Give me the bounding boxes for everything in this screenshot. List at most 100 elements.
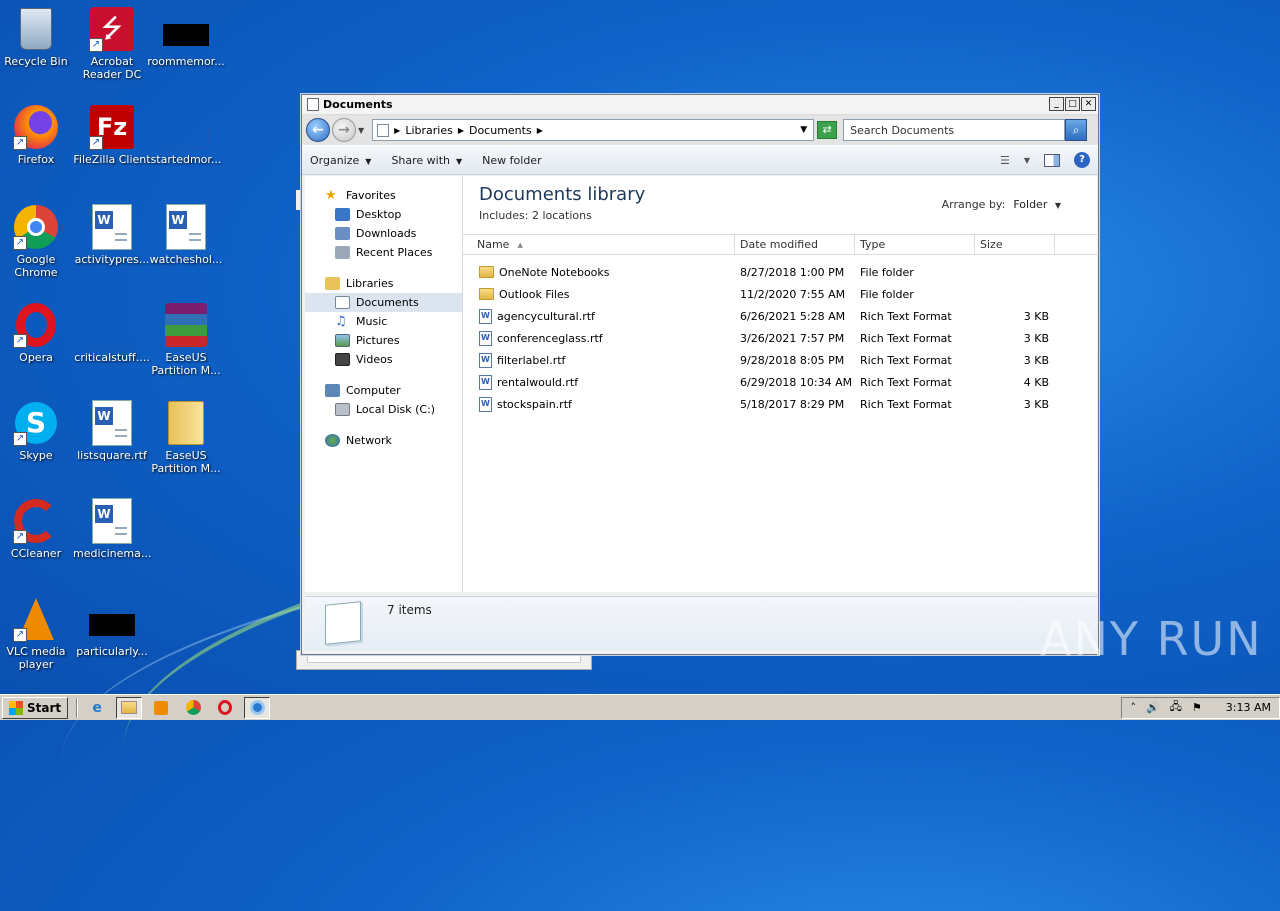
- nav-recent-places[interactable]: Recent Places: [305, 243, 462, 262]
- taskbar-opera-icon[interactable]: [212, 697, 238, 719]
- desktop-icon-activitypres[interactable]: activitypres...: [73, 204, 151, 266]
- preview-pane-icon[interactable]: [1044, 153, 1060, 167]
- file-date: 3/26/2021 7:57 PM: [740, 331, 845, 345]
- clock[interactable]: 3:13 AM: [1226, 701, 1271, 714]
- desktop-icon-roommemor[interactable]: roommemor...: [147, 6, 225, 68]
- help-icon[interactable]: ?: [1074, 152, 1090, 168]
- nav-libraries[interactable]: Libraries: [305, 274, 462, 293]
- vlc-icon: ↗: [13, 596, 59, 642]
- nav-downloads[interactable]: Downloads: [305, 224, 462, 243]
- search-input[interactable]: Search Documents: [843, 119, 1066, 141]
- file-row[interactable]: OneNote Notebooks 8/27/2018 1:00 PM File f…: [463, 261, 1097, 283]
- desktop-icon-recycle-bin[interactable]: Recycle Bin: [0, 6, 75, 68]
- desktop-icon-easeus-1[interactable]: EaseUS Partition M...: [147, 302, 225, 377]
- action-center-flag-icon[interactable]: ⚑: [1192, 701, 1202, 714]
- column-size[interactable]: Size: [975, 235, 1055, 254]
- details-pane: 7 items: [305, 596, 1097, 651]
- title-bar[interactable]: Documents _ □ ✕: [302, 95, 1098, 115]
- column-type[interactable]: Type: [855, 235, 975, 254]
- column-headers: Name ▲ Date modified Type Size: [463, 234, 1097, 255]
- desktop-icon-particularly[interactable]: particularly...: [73, 596, 151, 658]
- close-button[interactable]: ✕: [1081, 97, 1096, 111]
- new-folder-button[interactable]: New folder: [482, 154, 541, 167]
- desktop-icon-ccleaner[interactable]: ↗ CCleaner: [0, 498, 75, 560]
- file-date: 5/18/2017 8:29 PM: [740, 397, 845, 411]
- taskbar-app-icon[interactable]: [244, 696, 271, 719]
- file-row[interactable]: agencycultural.rtf 6/26/2021 5:28 AM Rich …: [463, 305, 1097, 327]
- nav-videos[interactable]: Videos: [305, 350, 462, 369]
- navigation-pane: ★ Favorites Desktop Downloads Recent Plac…: [305, 176, 463, 592]
- taskbar-explorer-icon[interactable]: [116, 696, 143, 719]
- file-row[interactable]: filterlabel.rtf 9/28/2018 8:05 PM Rich Tex…: [463, 349, 1097, 371]
- nav-computer[interactable]: Computer: [305, 381, 462, 400]
- library-header: Documents library Includes: 2 locations …: [463, 176, 1097, 234]
- view-dropdown-icon[interactable]: ▼: [1024, 156, 1030, 165]
- breadcrumb-libraries[interactable]: Libraries: [405, 124, 453, 137]
- address-dropdown-icon[interactable]: ▼: [800, 125, 807, 135]
- taskbar-chrome-icon[interactable]: [180, 697, 206, 719]
- arrange-dropdown-icon[interactable]: ▼: [1055, 201, 1061, 210]
- desktop-icon-criticalstuff[interactable]: criticalstuff....: [73, 302, 151, 364]
- file-name-cell[interactable]: Outlook Files: [463, 288, 735, 301]
- organize-button[interactable]: Organize ▼: [310, 154, 371, 167]
- file-name-cell[interactable]: agencycultural.rtf: [463, 308, 735, 324]
- file-name-cell[interactable]: rentalwould.rtf: [463, 374, 735, 390]
- desktop-icon-opera[interactable]: ↗ Opera: [0, 302, 75, 364]
- nav-favorites[interactable]: ★ Favorites: [305, 186, 462, 205]
- column-date-modified[interactable]: Date modified: [735, 235, 855, 254]
- file-name-cell[interactable]: conferenceglass.rtf: [463, 330, 735, 346]
- file-row[interactable]: conferenceglass.rtf 3/26/2021 7:57 PM Rich…: [463, 327, 1097, 349]
- refresh-button[interactable]: ⇄: [817, 121, 838, 139]
- nav-local-disk[interactable]: Local Disk (C:): [305, 400, 462, 419]
- nav-network[interactable]: Network: [305, 431, 462, 450]
- arrange-by[interactable]: Arrange by: Folder ▼: [942, 198, 1061, 211]
- view-options-icon[interactable]: ☰: [1000, 154, 1010, 167]
- desktop-icon-easeus-2[interactable]: EaseUS Partition M...: [147, 400, 225, 475]
- show-hidden-icons[interactable]: ˄: [1130, 701, 1136, 714]
- file-name-cell[interactable]: stockspain.rtf: [463, 396, 735, 412]
- breadcrumb-chevron-icon[interactable]: ▶: [394, 126, 400, 135]
- desktop-icon-filezilla[interactable]: Fz ↗ FileZilla Client: [73, 104, 151, 166]
- file-name-cell[interactable]: filterlabel.rtf: [463, 352, 735, 368]
- column-name[interactable]: Name ▲: [463, 235, 735, 254]
- search-icon[interactable]: ⌕: [1065, 119, 1088, 141]
- recent-pages-chevron-icon[interactable]: ▼: [358, 126, 364, 135]
- minimize-button[interactable]: _: [1049, 97, 1064, 111]
- breadcrumb-chevron-icon[interactable]: ▶: [537, 126, 543, 135]
- arrange-by-value[interactable]: Folder: [1013, 198, 1047, 211]
- file-row[interactable]: stockspain.rtf 5/18/2017 8:29 PM Rich Text…: [463, 393, 1097, 415]
- word-doc-icon: [89, 498, 135, 544]
- share-with-button[interactable]: Share with ▼: [391, 154, 462, 167]
- explorer-window[interactable]: Documents _ □ ✕ ← → ▼ ▶ Libraries ▶ Docu…: [301, 94, 1099, 655]
- desktop-icon-firefox[interactable]: ↗ Firefox: [0, 104, 75, 166]
- forward-button[interactable]: →: [332, 118, 356, 142]
- nav-pictures[interactable]: Pictures: [305, 331, 462, 350]
- breadcrumb-documents[interactable]: Documents: [469, 124, 532, 137]
- breadcrumb-chevron-icon[interactable]: ▶: [458, 126, 464, 135]
- back-button[interactable]: ←: [306, 118, 330, 142]
- desktop-icon-chrome[interactable]: ↗ Google Chrome: [0, 204, 75, 279]
- maximize-button[interactable]: □: [1065, 97, 1080, 111]
- file-row[interactable]: Outlook Files 11/2/2020 7:55 AM File folde…: [463, 283, 1097, 305]
- desktop-icon-skype[interactable]: S ↗ Skype: [0, 400, 75, 462]
- file-row[interactable]: rentalwould.rtf 6/29/2018 10:34 AM Rich Te…: [463, 371, 1097, 393]
- desktop-icon-startedmor[interactable]: startedmor...: [147, 104, 225, 166]
- desktop-icon-medicinema[interactable]: medicinema...: [73, 498, 151, 560]
- file-type: Rich Text Format: [860, 331, 952, 345]
- skype-icon: S ↗: [13, 400, 59, 446]
- file-name-cell[interactable]: OneNote Notebooks: [463, 266, 735, 279]
- file-list: OneNote Notebooks 8/27/2018 1:00 PM File f…: [463, 255, 1097, 415]
- desktop-icon-watcheshol[interactable]: watcheshol...: [147, 204, 225, 266]
- nav-music[interactable]: ♫ Music: [305, 312, 462, 331]
- desktop-icon-vlc[interactable]: ↗ VLC media player: [0, 596, 75, 671]
- nav-desktop[interactable]: Desktop: [305, 205, 462, 224]
- taskbar-ie-icon[interactable]: e: [84, 697, 110, 719]
- desktop-icon-acrobat[interactable]: ⭍ ↗ Acrobat Reader DC: [73, 6, 151, 81]
- network-tray-icon[interactable]: 🖧: [1170, 698, 1182, 717]
- volume-icon[interactable]: 🔊: [1146, 701, 1160, 714]
- start-button[interactable]: Start: [2, 696, 69, 719]
- address-bar[interactable]: ▶ Libraries ▶ Documents ▶ ▼: [372, 119, 815, 141]
- taskbar-media-player-icon[interactable]: [148, 697, 174, 719]
- desktop-icon-listsquare[interactable]: listsquare.rtf: [73, 400, 151, 462]
- nav-documents[interactable]: Documents: [305, 293, 462, 312]
